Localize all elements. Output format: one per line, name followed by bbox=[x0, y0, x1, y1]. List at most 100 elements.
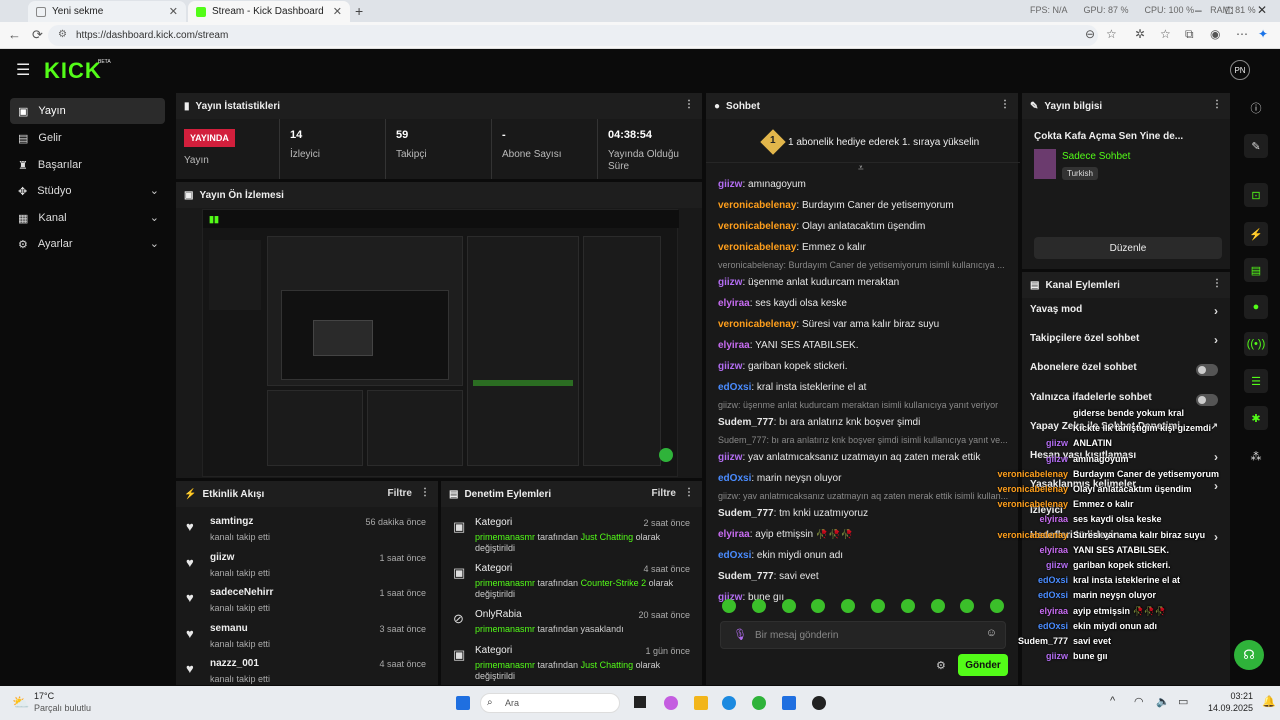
channel-action-item[interactable]: Takipçilere özel sohbet › bbox=[1030, 333, 1222, 355]
chat-reply-context[interactable]: Sudem_777: bı ara anlatırız knk boşver ş… bbox=[718, 435, 1010, 445]
chevron-down-icon[interactable]: ⌄ bbox=[150, 184, 159, 197]
emoji-icon[interactable]: ☺ bbox=[986, 627, 997, 639]
apps-icon[interactable]: ⁂ bbox=[1244, 444, 1268, 468]
tray-chevron-icon[interactable]: ^ bbox=[1110, 695, 1115, 707]
chat-bubble-icon[interactable]: ● bbox=[1244, 295, 1268, 319]
task-view-icon[interactable] bbox=[634, 696, 646, 708]
chat-username[interactable]: Sudem_777 bbox=[718, 508, 774, 519]
chevron-down-icon[interactable]: ⌄ bbox=[150, 211, 159, 224]
weather-temp[interactable]: 17°C bbox=[34, 691, 54, 701]
sidebar-item-ayarlar[interactable]: ⚙ Ayarlar ⌄ bbox=[10, 231, 165, 257]
user-name[interactable]: nazzz_001 bbox=[210, 658, 259, 669]
sidebar-item-kanal[interactable]: ▦ Kanal ⌄ bbox=[10, 205, 165, 231]
sidebar-item-studyo[interactable]: ✥ Stüdyo ⌄ bbox=[10, 178, 165, 204]
toggle-switch[interactable] bbox=[1196, 364, 1218, 376]
document-icon[interactable]: ▤ bbox=[1244, 258, 1268, 282]
reload-icon[interactable]: ⟳ bbox=[32, 27, 43, 43]
chat-username[interactable]: veronicabelenay bbox=[718, 221, 796, 232]
kebab-menu-icon[interactable]: ⋮ bbox=[684, 99, 694, 110]
kebab-menu-icon[interactable]: ⋮ bbox=[684, 487, 694, 498]
chat-reply-context[interactable]: giizw: yav anlatmıcaksanız uzatmayın aq … bbox=[718, 491, 1010, 501]
file-explorer-icon[interactable] bbox=[694, 696, 708, 710]
chat-username[interactable]: giizw bbox=[718, 452, 742, 463]
filter-button[interactable]: Filtre bbox=[388, 488, 412, 499]
copilot-app-icon[interactable] bbox=[664, 696, 678, 710]
user-name[interactable]: samtingz bbox=[210, 516, 253, 527]
chat-username[interactable]: giizw bbox=[718, 361, 742, 372]
emote-icon[interactable] bbox=[781, 599, 796, 613]
bookmark-star-icon[interactable]: ☆ bbox=[1106, 27, 1117, 41]
channel-action-item[interactable]: Abonelere özel sohbet bbox=[1030, 362, 1222, 384]
kick-app-icon[interactable] bbox=[752, 696, 766, 710]
pencil-icon[interactable]: ✎ bbox=[1244, 134, 1268, 158]
chat-username[interactable]: giizw bbox=[718, 179, 742, 190]
toggle-switch[interactable] bbox=[1196, 394, 1218, 406]
maximize-icon[interactable]: □ bbox=[1226, 3, 1233, 17]
avatar[interactable]: PN bbox=[1230, 60, 1250, 80]
chat-username[interactable]: elyiraa bbox=[718, 529, 750, 540]
chat-username[interactable]: elyiraa bbox=[718, 340, 750, 351]
user-name[interactable]: sadeceNehirr bbox=[210, 587, 273, 598]
store-icon[interactable] bbox=[782, 696, 796, 710]
chat-username[interactable]: veronicabelenay bbox=[718, 242, 796, 253]
send-button[interactable]: Gönder bbox=[958, 654, 1008, 676]
user-name[interactable]: semanu bbox=[210, 623, 248, 634]
new-tab-plus-icon[interactable]: + bbox=[355, 3, 363, 19]
chat-reply-context[interactable]: giizw: üşenme anlat kudurcam meraktan is… bbox=[718, 400, 1010, 410]
battery-icon[interactable]: ▭ bbox=[1178, 695, 1188, 708]
chat-username[interactable]: edOxsi bbox=[718, 550, 751, 561]
edit-button[interactable]: Düzenle bbox=[1034, 237, 1222, 259]
notification-bell-icon[interactable]: 🔔 bbox=[1262, 695, 1276, 708]
chat-username[interactable]: edOxsi bbox=[718, 382, 751, 393]
profile-icon[interactable]: ◉ bbox=[1210, 27, 1220, 41]
kebab-menu-icon[interactable]: ⋮ bbox=[1212, 278, 1222, 289]
chat-username[interactable]: edOxsi bbox=[718, 473, 751, 484]
favorites-icon[interactable]: ☆ bbox=[1160, 27, 1171, 41]
category-link[interactable]: Sadece Sohbet bbox=[1062, 151, 1130, 162]
chat-username[interactable]: Sudem_777 bbox=[718, 417, 774, 428]
kebab-menu-icon[interactable]: ⋮ bbox=[1212, 99, 1222, 110]
hamburger-menu-icon[interactable]: ☰ bbox=[16, 60, 30, 80]
minimize-icon[interactable]: – bbox=[1195, 3, 1202, 17]
filter-button[interactable]: Filtre bbox=[652, 488, 676, 499]
gift-banner[interactable]: 1 1 abonelik hediye ederek 1. sıraya yük… bbox=[706, 123, 1020, 163]
start-icon[interactable] bbox=[456, 696, 470, 710]
extensions-icon[interactable]: ✲ bbox=[1135, 27, 1145, 41]
tab-new-tab[interactable]: Yeni sekme ✕ bbox=[28, 1, 186, 22]
chat-input[interactable]: 🎙 Bir mesaj gönderin ☺ bbox=[720, 621, 1006, 649]
obs-icon[interactable] bbox=[812, 696, 826, 710]
chevron-down-icon[interactable]: ⌄ bbox=[150, 237, 159, 250]
chat-username[interactable]: elyiraa bbox=[718, 298, 750, 309]
kebab-menu-icon[interactable]: ⋮ bbox=[1000, 99, 1010, 110]
info-icon[interactable]: ⓘ bbox=[1244, 96, 1268, 120]
sidebar-item-basarilar[interactable]: ♜ Başarılar bbox=[10, 152, 165, 178]
taskbar-search[interactable]: ⌕ Ara bbox=[480, 693, 620, 713]
emote-icon[interactable] bbox=[871, 599, 885, 613]
channel-action-item[interactable]: Yavaş mod › bbox=[1030, 304, 1222, 326]
close-window-icon[interactable]: ✕ bbox=[1257, 3, 1267, 17]
emote-icon[interactable] bbox=[960, 599, 975, 613]
kebab-menu-icon[interactable]: ⋮ bbox=[420, 487, 430, 498]
pinned-toggle-icon[interactable]: ⩡ bbox=[858, 163, 864, 174]
emote-icon[interactable] bbox=[722, 599, 736, 613]
chat-username[interactable]: Sudem_777 bbox=[718, 571, 774, 582]
zoom-icon[interactable]: ⊖ bbox=[1085, 27, 1095, 41]
volume-icon[interactable]: 🔈 bbox=[1156, 695, 1170, 708]
support-fab[interactable]: ☊ bbox=[1234, 640, 1264, 670]
close-icon[interactable]: ✕ bbox=[333, 5, 342, 18]
clock-time[interactable]: 03:21 bbox=[1205, 691, 1253, 701]
back-arrow-icon[interactable]: ← bbox=[8, 27, 21, 42]
emote-icon[interactable] bbox=[900, 599, 915, 613]
sidebar-item-gelir[interactable]: ▤ Gelir bbox=[10, 125, 165, 151]
wrench-icon[interactable]: ✱ bbox=[1244, 406, 1268, 430]
collections-icon[interactable]: ⧉ bbox=[1185, 27, 1194, 42]
copilot-icon[interactable]: ✦ bbox=[1258, 27, 1268, 41]
wifi-icon[interactable]: ◠ bbox=[1134, 695, 1144, 708]
user-name[interactable]: giizw bbox=[210, 552, 234, 563]
emote-icon[interactable] bbox=[841, 599, 856, 613]
chat-reply-context[interactable]: veronicabelenay: Burdayım Caner de yetis… bbox=[718, 260, 1010, 270]
bolt-icon[interactable]: ⚡ bbox=[1244, 222, 1268, 246]
microphone-icon[interactable]: 🎙 bbox=[733, 628, 747, 641]
emote-icon[interactable] bbox=[990, 599, 1005, 613]
chat-username[interactable]: veronicabelenay bbox=[718, 200, 796, 211]
